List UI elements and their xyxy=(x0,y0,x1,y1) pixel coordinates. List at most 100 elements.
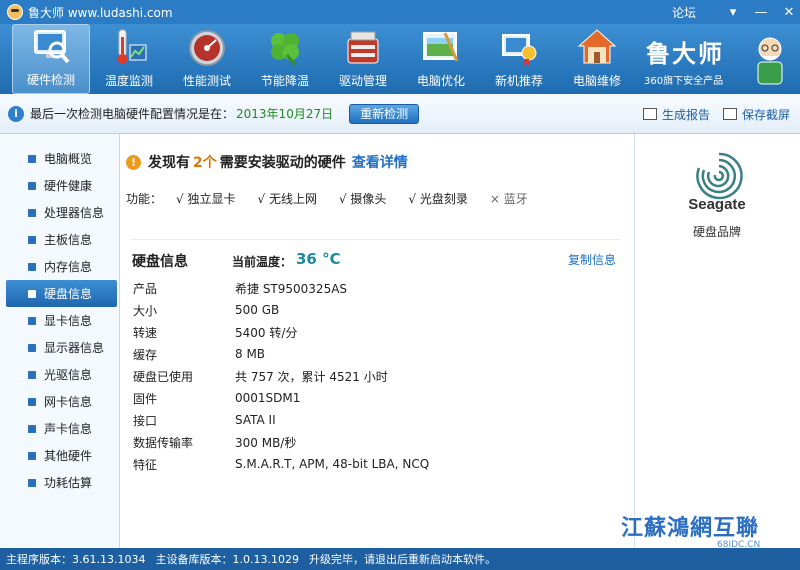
info-icon: i xyxy=(8,105,24,122)
warning-icon: ! xyxy=(126,154,141,170)
row-key: 接口 xyxy=(133,413,158,428)
minimize-icon[interactable]: — xyxy=(750,2,772,22)
generate-report-label: 生成报告 xyxy=(662,107,711,122)
tool-new-pc[interactable]: 新机推荐 xyxy=(480,24,558,94)
toolbox-icon xyxy=(343,27,383,67)
driver-alert: ! 发现有 2个 需要安装驱动的硬件 查看详情 xyxy=(126,152,408,172)
brand-area: 鲁大师 360旗下安全产品 xyxy=(640,30,790,90)
app-logo-icon xyxy=(7,4,23,20)
tool-temperature[interactable]: 温度监测 xyxy=(90,24,168,94)
mascot-icon xyxy=(750,34,790,86)
info-row-features: 特征 S.M.A.R.T, APM, 48-bit LBA, NCQ xyxy=(133,453,613,475)
sidebar-item-other[interactable]: 其他硬件 xyxy=(6,442,117,469)
info-row-firmware: 固件 0001SDM1 xyxy=(133,387,613,409)
sidebar-item-label: 内存信息 xyxy=(44,260,93,274)
row-value: 5400 转/分 xyxy=(235,325,298,340)
seagate-logo-icon xyxy=(687,150,751,202)
row-key: 硬盘已使用 xyxy=(133,369,194,384)
row-value: 500 GB xyxy=(235,303,280,317)
feature-camera: √ 摄像头 xyxy=(338,192,387,206)
bullet-icon xyxy=(28,262,36,271)
last-check-date: 2013年10月27日 xyxy=(236,107,334,121)
monitor-magnifier-icon xyxy=(31,26,71,66)
sidebar-item-cpu[interactable]: 处理器信息 xyxy=(6,199,117,226)
row-value: 300 MB/秒 xyxy=(235,435,297,450)
sidebar-item-overview[interactable]: 电脑概览 xyxy=(6,145,117,172)
clover-icon xyxy=(265,27,305,67)
bullet-icon xyxy=(28,235,36,244)
recheck-button[interactable]: 重新检测 xyxy=(349,103,420,124)
sidebar-item-power[interactable]: 功耗估算 xyxy=(6,469,117,496)
sidebar-item-label: 电脑概览 xyxy=(44,152,93,166)
info-row-transfer-rate: 数据传输率 300 MB/秒 xyxy=(133,431,613,453)
alert-prefix: 发现有 xyxy=(148,155,190,171)
feature-disc-burn: √ 光盘刻录 xyxy=(408,192,468,206)
temperature-value: 36 °C xyxy=(296,250,341,268)
view-details-link[interactable]: 查看详情 xyxy=(352,152,408,172)
sidebar-item-label: 显卡信息 xyxy=(44,314,93,328)
info-row-rpm: 转速 5400 转/分 xyxy=(133,321,613,343)
sidebar-item-motherboard[interactable]: 主板信息 xyxy=(6,226,117,253)
bullet-icon xyxy=(28,424,36,433)
row-value: 共 757 次，累计 4521 小时 xyxy=(235,369,388,384)
status-footer: 主程序版本：3.61.13.1034 主设备库版本：1.0.13.1029 升级… xyxy=(0,548,800,570)
bullet-icon xyxy=(28,370,36,379)
sidebar-item-optical[interactable]: 光驱信息 xyxy=(6,361,117,388)
close-icon[interactable]: ✕ xyxy=(778,2,800,22)
alert-suffix: 需要安装驱动的硬件 xyxy=(219,155,346,171)
copy-info-link[interactable]: 复制信息 xyxy=(568,251,616,268)
generate-report-button[interactable]: 生成报告 xyxy=(643,94,710,134)
tool-driver-manage[interactable]: 驱动管理 xyxy=(324,24,402,94)
row-value: 8 MB xyxy=(235,347,266,361)
tool-hardware-detect[interactable]: 硬件检测 xyxy=(12,24,90,94)
sidebar-item-label: 主板信息 xyxy=(44,233,93,247)
tool-label: 新机推荐 xyxy=(494,74,543,88)
title-bar: 鲁大师 www.ludashi.com 论坛 ▾ — ✕ xyxy=(0,0,800,24)
brand-name: Seagate xyxy=(688,196,746,213)
bullet-icon xyxy=(28,208,36,217)
main-version: 主程序版本：3.61.13.1034 xyxy=(6,553,146,566)
sidebar-item-sound[interactable]: 声卡信息 xyxy=(6,415,117,442)
tool-label: 硬件检测 xyxy=(26,73,75,87)
menu-icon[interactable]: ▾ xyxy=(722,2,744,22)
sidebar-item-health[interactable]: 硬件健康 xyxy=(6,172,117,199)
award-medal-icon xyxy=(499,27,539,67)
row-key: 特征 xyxy=(133,457,158,472)
bullet-icon xyxy=(28,451,36,460)
forum-link[interactable]: 论坛 xyxy=(672,4,696,21)
save-screenshot-button[interactable]: 保存截屏 xyxy=(723,94,790,134)
divider xyxy=(130,239,620,240)
feature-list: 功能： √ 独立显卡 √ 无线上网 √ 摄像头 √ 光盘刻录 × 蓝牙 xyxy=(126,190,550,207)
sidebar-item-label: 硬盘信息 xyxy=(44,287,93,301)
feature-wireless: √ 无线上网 xyxy=(257,192,317,206)
camera-icon xyxy=(723,108,737,120)
bullet-icon xyxy=(28,154,36,163)
sidebar: 电脑概览 硬件健康 处理器信息 主板信息 内存信息 硬盘信息 显卡信息 显示器信… xyxy=(0,134,120,548)
alert-count: 2个 xyxy=(193,155,217,171)
row-value: 希捷 ST9500325AS xyxy=(235,281,348,296)
sidebar-item-label: 网卡信息 xyxy=(44,395,93,409)
tool-label: 温度监测 xyxy=(104,74,153,88)
tool-label: 电脑优化 xyxy=(416,74,465,88)
sidebar-item-display[interactable]: 显示器信息 xyxy=(6,334,117,361)
row-key: 数据传输率 xyxy=(133,435,194,450)
sidebar-item-network[interactable]: 网卡信息 xyxy=(6,388,117,415)
window-brush-icon xyxy=(421,27,461,67)
bullet-icon xyxy=(28,397,36,406)
sidebar-item-memory[interactable]: 内存信息 xyxy=(6,253,117,280)
row-key: 固件 xyxy=(133,391,158,406)
tool-performance[interactable]: 性能测试 xyxy=(168,24,246,94)
tool-energy-saving[interactable]: 节能降温 xyxy=(246,24,324,94)
sidebar-item-graphics[interactable]: 显卡信息 xyxy=(6,307,117,334)
tool-label: 性能测试 xyxy=(182,74,231,88)
printer-icon xyxy=(643,108,657,120)
feature-label: 功能： xyxy=(126,192,163,206)
sidebar-item-disk[interactable]: 硬盘信息 xyxy=(6,280,117,307)
sidebar-item-label: 处理器信息 xyxy=(44,206,105,220)
bullet-icon xyxy=(28,181,36,190)
sidebar-item-label: 显示器信息 xyxy=(44,341,105,355)
bullet-icon xyxy=(28,316,36,325)
tool-repair[interactable]: 电脑维修 xyxy=(558,24,636,94)
tool-optimize[interactable]: 电脑优化 xyxy=(402,24,480,94)
last-check-message: 最后一次检测电脑硬件配置情况是在： xyxy=(30,107,235,121)
